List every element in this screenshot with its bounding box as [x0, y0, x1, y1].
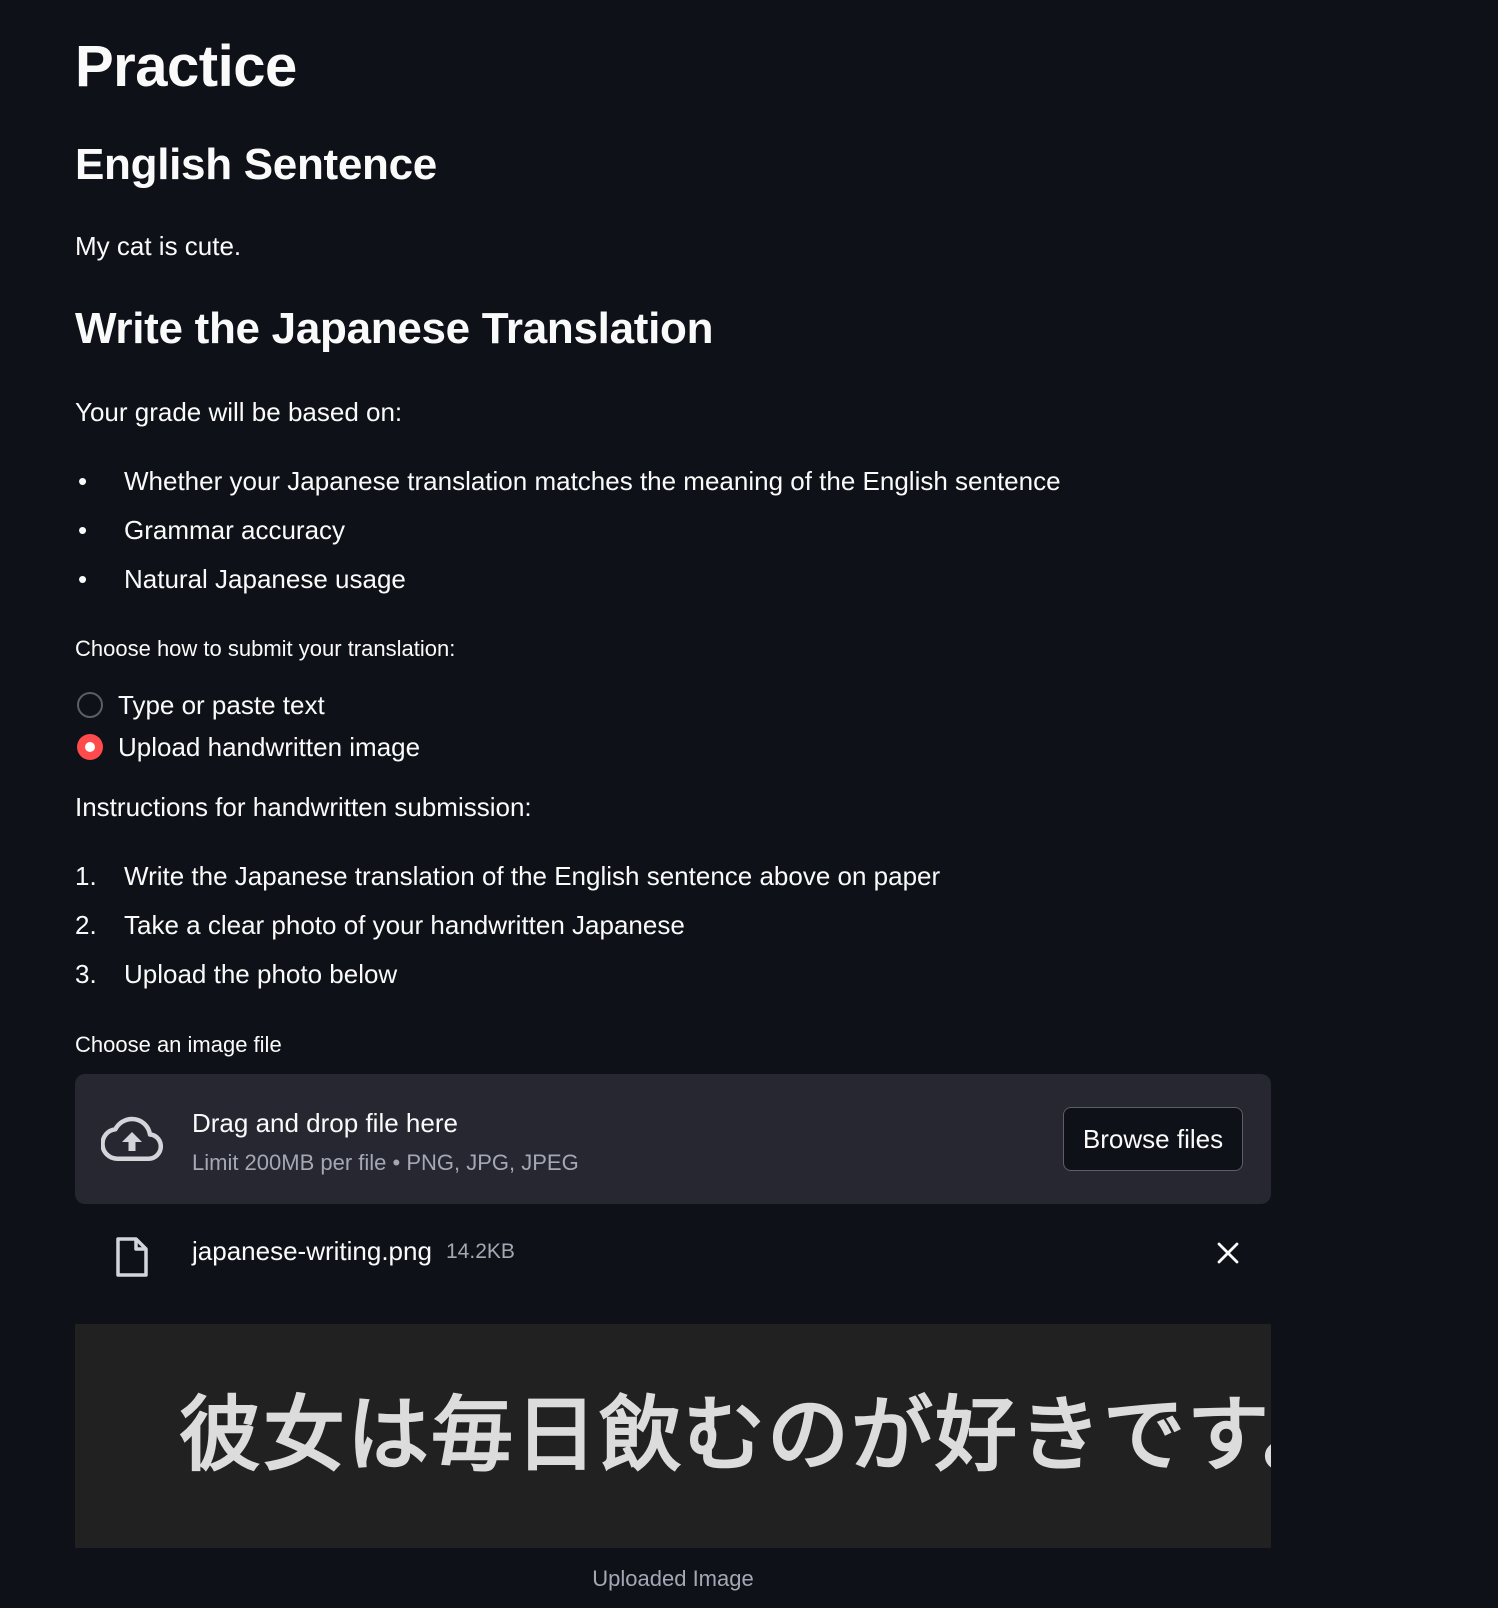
- step-number: 1.: [75, 861, 97, 891]
- submit-method-radio-group: Type or paste text Upload handwritten im…: [77, 684, 420, 768]
- browse-files-button[interactable]: Browse files: [1063, 1107, 1243, 1171]
- list-item: • Natural Japanese usage: [78, 564, 406, 594]
- step-text: Write the Japanese translation of the En…: [124, 861, 941, 891]
- uploaded-file-row: japanese-writing.png 14.2KB: [75, 1228, 1271, 1288]
- list-item: • Grammar accuracy: [78, 515, 346, 545]
- submit-method-label: Choose how to submit your translation:: [75, 636, 456, 661]
- step-number: 3.: [75, 959, 97, 989]
- close-icon[interactable]: [1215, 1240, 1241, 1266]
- step-text: Upload the photo below: [124, 959, 398, 989]
- criteria-text: Natural Japanese usage: [124, 564, 406, 594]
- criteria-text: Grammar accuracy: [124, 515, 346, 545]
- file-dropzone[interactable]: Drag and drop file here Limit 200MB per …: [75, 1074, 1271, 1204]
- radio-unselected-icon[interactable]: [77, 692, 103, 718]
- list-item: 1. Write the Japanese translation of the…: [75, 859, 940, 908]
- radio-selected-icon[interactable]: [77, 734, 103, 760]
- file-icon: [116, 1237, 148, 1277]
- radio-option-upload-image[interactable]: Upload handwritten image: [77, 726, 420, 768]
- translation-heading: Write the Japanese Translation: [75, 304, 714, 353]
- file-name: japanese-writing.png: [192, 1236, 432, 1266]
- dropzone-subtitle: Limit 200MB per file • PNG, JPG, JPEG: [192, 1150, 579, 1175]
- instructions-heading: Instructions for handwritten submission:: [75, 792, 532, 822]
- cloud-upload-icon: [101, 1116, 163, 1161]
- radio-label: Type or paste text: [118, 690, 325, 720]
- uploaded-image-text: 彼女は毎日飲むのが好きです。: [179, 1388, 1271, 1483]
- english-sentence-heading: English Sentence: [75, 140, 437, 189]
- dropzone-title: Drag and drop file here: [192, 1108, 458, 1138]
- grade-intro-text: Your grade will be based on:: [75, 397, 403, 427]
- file-size: 14.2KB: [446, 1240, 515, 1263]
- page-title: Practice: [75, 34, 297, 99]
- instruction-steps-list: 1. Write the Japanese translation of the…: [75, 859, 940, 1006]
- english-sentence-text: My cat is cute.: [75, 231, 242, 261]
- image-caption: Uploaded Image: [592, 1566, 754, 1591]
- grading-criteria-list: • Whether your Japanese translation matc…: [75, 464, 1061, 611]
- list-item: 2. Take a clear photo of your handwritte…: [75, 908, 940, 957]
- uploaded-image: 彼女は毎日飲むのが好きです。: [75, 1324, 1271, 1548]
- file-uploader-label: Choose an image file: [75, 1032, 282, 1057]
- radio-label: Upload handwritten image: [118, 732, 421, 762]
- step-text: Take a clear photo of your handwritten J…: [124, 910, 685, 940]
- list-item: 3. Upload the photo below: [75, 957, 940, 1006]
- criteria-text: Whether your Japanese translation matche…: [124, 466, 1061, 496]
- step-number: 2.: [75, 910, 97, 940]
- list-item: • Whether your Japanese translation matc…: [78, 466, 1061, 496]
- radio-option-type-text[interactable]: Type or paste text: [77, 684, 420, 726]
